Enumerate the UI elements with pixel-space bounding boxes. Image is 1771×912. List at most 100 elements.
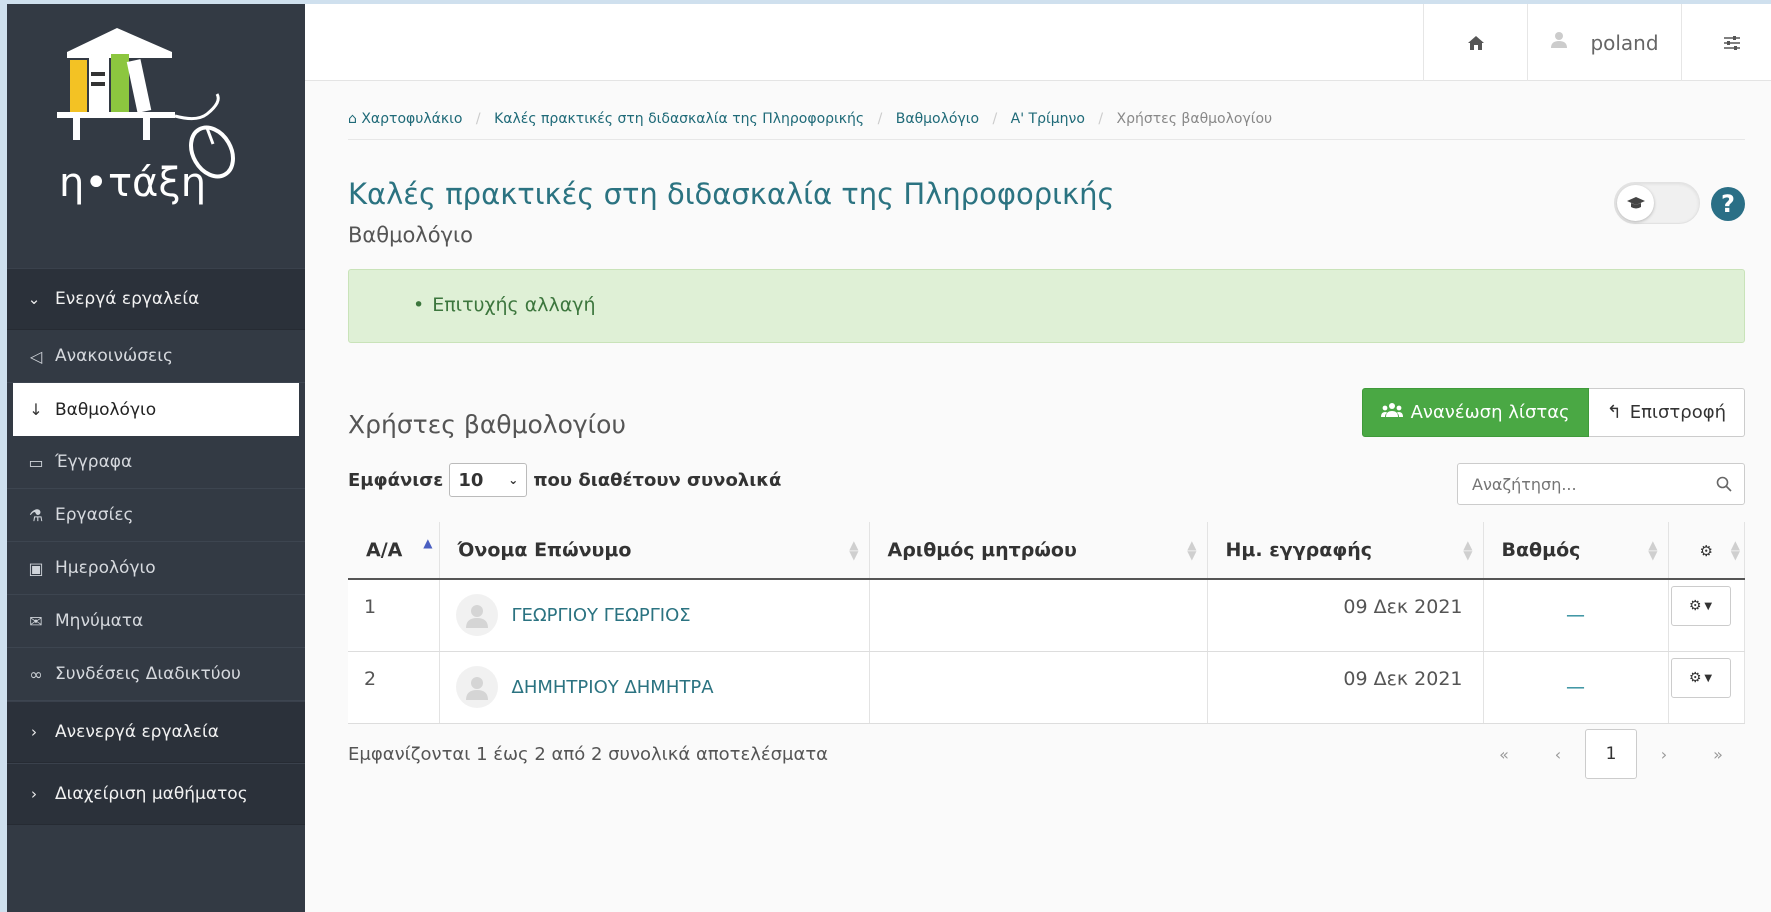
breadcrumb-separator: / [475,111,481,127]
sidebar-item-gradebook[interactable]: ↓ Βαθμολόγιο [13,383,299,436]
table-row: 2 ΔΗΜΗΤΡΙΟΥ ΔΗΜΗΤΡΑ 09 Δεκ 2021 — ⚙ ▼ [348,651,1745,724]
column-header-aa[interactable]: Α/Α ▲ [348,522,440,580]
student-view-toggle[interactable] [1614,182,1700,224]
chevron-down-icon: ⌄ [508,473,519,487]
user-menu[interactable]: poland [1527,4,1681,81]
user-avatar-icon [1551,31,1568,48]
name-cell: ΓΕΩΡΓΙΟΥ ΓΕΩΡΓΙΟΣ [439,579,870,652]
bullet: • [413,294,425,316]
gears-icon: ⚙ [1699,542,1713,560]
sidebar-item-label: Μηνύματα [55,611,144,631]
pagination-last[interactable]: » [1691,729,1745,779]
users-icon [1380,402,1403,423]
users-table: Α/Α ▲ Όνομα Επώνυμο ▲ ▼ Αριθμός μητρώου ▲… [348,522,1745,724]
link-icon: ∞ [29,664,43,684]
breadcrumb: ⌂ Χαρτοφυλάκιο / Καλές πρακτικές στη διδ… [348,111,1745,140]
page-title: Καλές πρακτικές στη διδασκαλία της Πληρο… [348,177,1115,211]
sidebar-item-links[interactable]: ∞ Συνδέσεις Διαδικτύου [7,648,305,701]
user-name-link[interactable]: ΓΕΩΡΓΙΟΥ ΓΕΩΡΓΙΟΣ [512,605,691,626]
envelope-icon: ✉ [29,611,43,631]
sidebar-section-active[interactable]: ⌄ Ενεργά εργαλεία [7,268,305,330]
table-header-row: Α/Α ▲ Όνομα Επώνυμο ▲ ▼ Αριθμός μητρώου ▲… [348,522,1745,580]
grade-cell[interactable]: — [1483,651,1669,724]
column-header-registry-number[interactable]: Αριθμός μητρώου ▲ ▼ [869,522,1208,580]
user-avatar-icon [455,666,498,708]
row-actions-button[interactable]: ⚙ ▼ [1670,586,1731,627]
settings-button[interactable] [1681,4,1771,81]
pagination-prev[interactable]: ‹ [1531,729,1585,779]
column-header-grade[interactable]: Βαθμός ▲ ▼ [1483,522,1669,580]
grade-cell[interactable]: — [1483,579,1669,652]
sidebar-section-admin[interactable]: › Διαχείριση μαθήματος [7,763,305,825]
caret-down-icon: ▼ [1704,600,1713,612]
home-icon: ⌂ [348,111,362,127]
action-buttons: Ανανέωση λίστας ↰ Επιστροφή [1361,388,1745,437]
success-alert: • Επιτυχής αλλαγή [348,269,1745,343]
pagination-page-1[interactable]: 1 [1585,729,1637,779]
help-button[interactable]: ? [1711,187,1745,221]
sidebar-item-label: Εργασίες [55,505,134,525]
sidebar-item-assignments[interactable]: ⚗ Εργασίες [7,489,305,542]
show-prefix: Εμφάνισε [348,469,444,491]
breadcrumb-gradebook[interactable]: Βαθμολόγιο [896,111,979,127]
sidebar-item-messages[interactable]: ✉ Μηνύματα [7,595,305,648]
topbar: poland [305,4,1771,81]
table-row: 1 ΓΕΩΡΓΙΟΥ ΓΕΩΡΓΙΟΣ 09 Δεκ 2021 — ⚙ ▼ [348,579,1745,652]
home-icon [1467,35,1484,50]
logo[interactable]: η•τάξη [7,4,305,268]
refresh-list-button[interactable]: Ανανέωση λίστας [1361,388,1589,437]
show-suffix: που διαθέτουν συνολικά [533,469,782,491]
logo-icon: η•τάξη [57,28,235,206]
search-input[interactable] [1470,473,1690,495]
caret-down-icon: ▼ [1704,672,1713,684]
section-title: Χρήστες βαθμολογίου [348,410,626,439]
sidebar-item-announcements[interactable]: ◁ Ανακοινώσεις [7,330,305,383]
user-name-link[interactable]: ΔΗΜΗΤΡΙΟΥ ΔΗΜΗΤΡΑ [512,677,714,698]
pagination-first[interactable]: « [1477,729,1531,779]
registration-date-cell: 09 Δεκ 2021 [1207,651,1484,724]
search-icon[interactable] [1716,476,1732,492]
back-button[interactable]: ↰ Επιστροφή [1588,388,1745,437]
row-number: 2 [348,651,440,724]
gear-icon: ⚙ [1688,670,1702,686]
sidebar-section-inactive[interactable]: › Ανενεργά εργαλεία [7,701,305,763]
chevron-right-icon: › [31,723,37,741]
sort-asc-icon: ▲ [423,536,433,550]
breadcrumb-separator: / [877,111,883,127]
sidebar-section-label: Ανενεργά εργαλεία [55,722,219,742]
bullhorn-icon: ◁ [29,346,43,366]
row-actions-button[interactable]: ⚙ ▼ [1670,658,1731,698]
sidebar-item-documents[interactable]: ▭ Έγγραφα [7,436,305,489]
breadcrumb-current: Χρήστες βαθμολογίου [1116,111,1273,127]
sidebar-section-label: Ενεργά εργαλεία [55,289,200,309]
search-box [1457,463,1745,505]
gear-icon: ⚙ [1688,598,1702,615]
sidebar-section-label: Διαχείριση μαθήματος [55,784,248,804]
sort-icon: ▲ ▼ [849,538,859,562]
breadcrumb-portfolio[interactable]: ⌂ Χαρτοφυλάκιο [348,111,462,127]
home-button[interactable] [1423,4,1527,81]
page-size-select[interactable]: 10 ⌄ [449,463,528,497]
sidebar-item-label: Ανακοινώσεις [55,346,173,366]
actions-cell: ⚙ ▼ [1668,579,1745,652]
calendar-icon: ▣ [28,558,44,578]
breadcrumb-separator: / [992,111,998,127]
breadcrumb-term[interactable]: Α' Τρίμηνο [1011,111,1085,127]
page-size-value: 10 [458,469,484,491]
back-label: Επιστροφή [1629,402,1726,423]
sidebar-item-calendar[interactable]: ▣ Ημερολόγιο [7,542,305,595]
refresh-list-label: Ανανέωση λίστας [1410,402,1570,423]
flask-icon: ⚗ [28,505,44,525]
sort-numeric-icon: ↓ [29,400,43,419]
registration-date-cell: 09 Δεκ 2021 [1207,579,1484,652]
sort-icon: ▲ ▼ [1648,538,1658,562]
column-header-actions: ⚙ ▲ ▼ [1668,522,1745,580]
user-avatar-icon [455,594,498,637]
reply-icon: ↰ [1606,402,1622,423]
column-header-registration-date[interactable]: Ημ. εγγραφής ▲ ▼ [1207,522,1484,580]
username: poland [1590,30,1659,55]
sidebar-item-label: Έγγραφα [55,452,133,472]
pagination-next[interactable]: › [1637,729,1691,779]
column-header-name[interactable]: Όνομα Επώνυμο ▲ ▼ [439,522,870,580]
breadcrumb-course[interactable]: Καλές πρακτικές στη διδασκαλία της Πληρο… [494,111,864,127]
